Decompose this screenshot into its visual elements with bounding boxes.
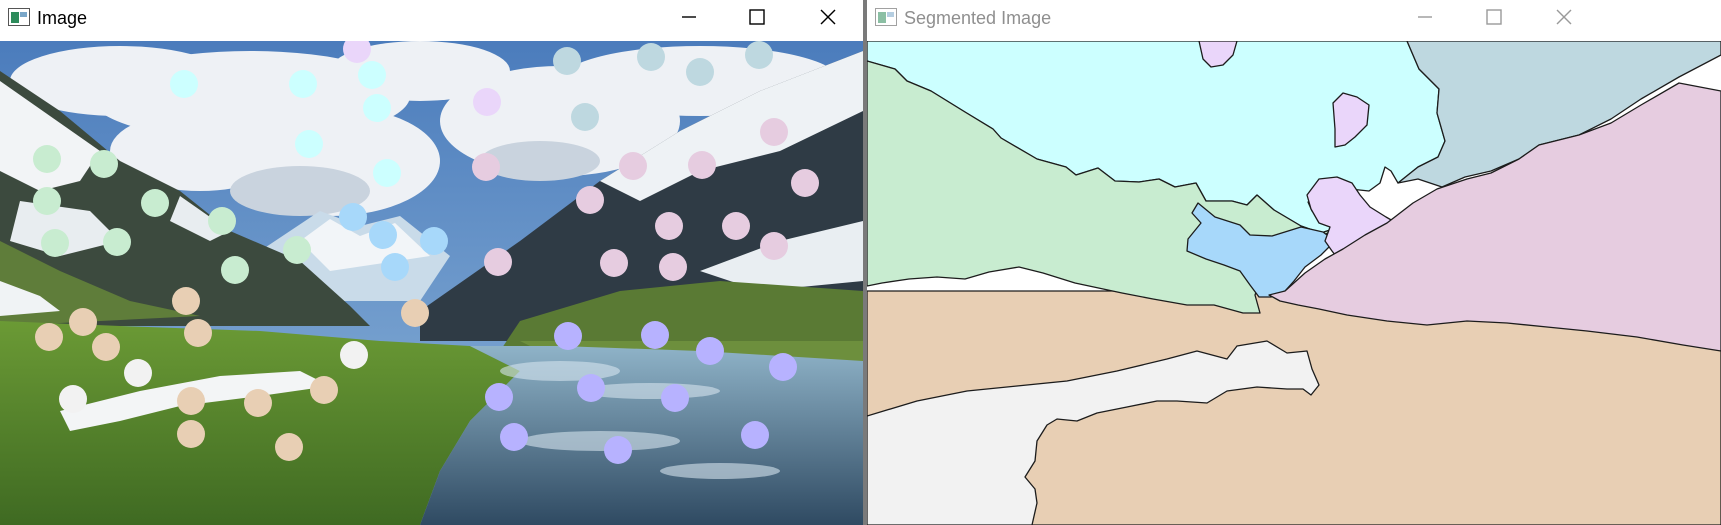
- segmentation-map: [867, 41, 1721, 525]
- close-button[interactable]: [1529, 0, 1599, 34]
- title-bar[interactable]: Image: [0, 0, 863, 42]
- minimize-button[interactable]: [1390, 0, 1460, 34]
- title-bar[interactable]: Segmented Image: [867, 0, 1721, 42]
- image-canvas[interactable]: [0, 41, 863, 525]
- close-icon: [1556, 9, 1572, 25]
- close-icon: [820, 9, 836, 25]
- window-title: Segmented Image: [904, 8, 1052, 28]
- opencv-window-icon: [8, 8, 30, 26]
- minimize-button[interactable]: [654, 0, 724, 34]
- minimize-icon: [682, 16, 696, 18]
- opencv-window-icon: [875, 8, 897, 26]
- minimize-icon: [1418, 16, 1432, 18]
- maximize-icon: [1486, 9, 1502, 25]
- landscape-photo: [0, 41, 863, 525]
- maximize-button[interactable]: [1459, 0, 1529, 34]
- segmented-image-window: Segmented Image: [867, 0, 1721, 525]
- segmented-canvas[interactable]: [867, 41, 1721, 525]
- image-window: Image: [0, 0, 863, 525]
- maximize-button[interactable]: [722, 0, 792, 34]
- window-title: Image: [37, 8, 88, 28]
- close-button[interactable]: [793, 0, 863, 34]
- maximize-icon: [749, 9, 765, 25]
